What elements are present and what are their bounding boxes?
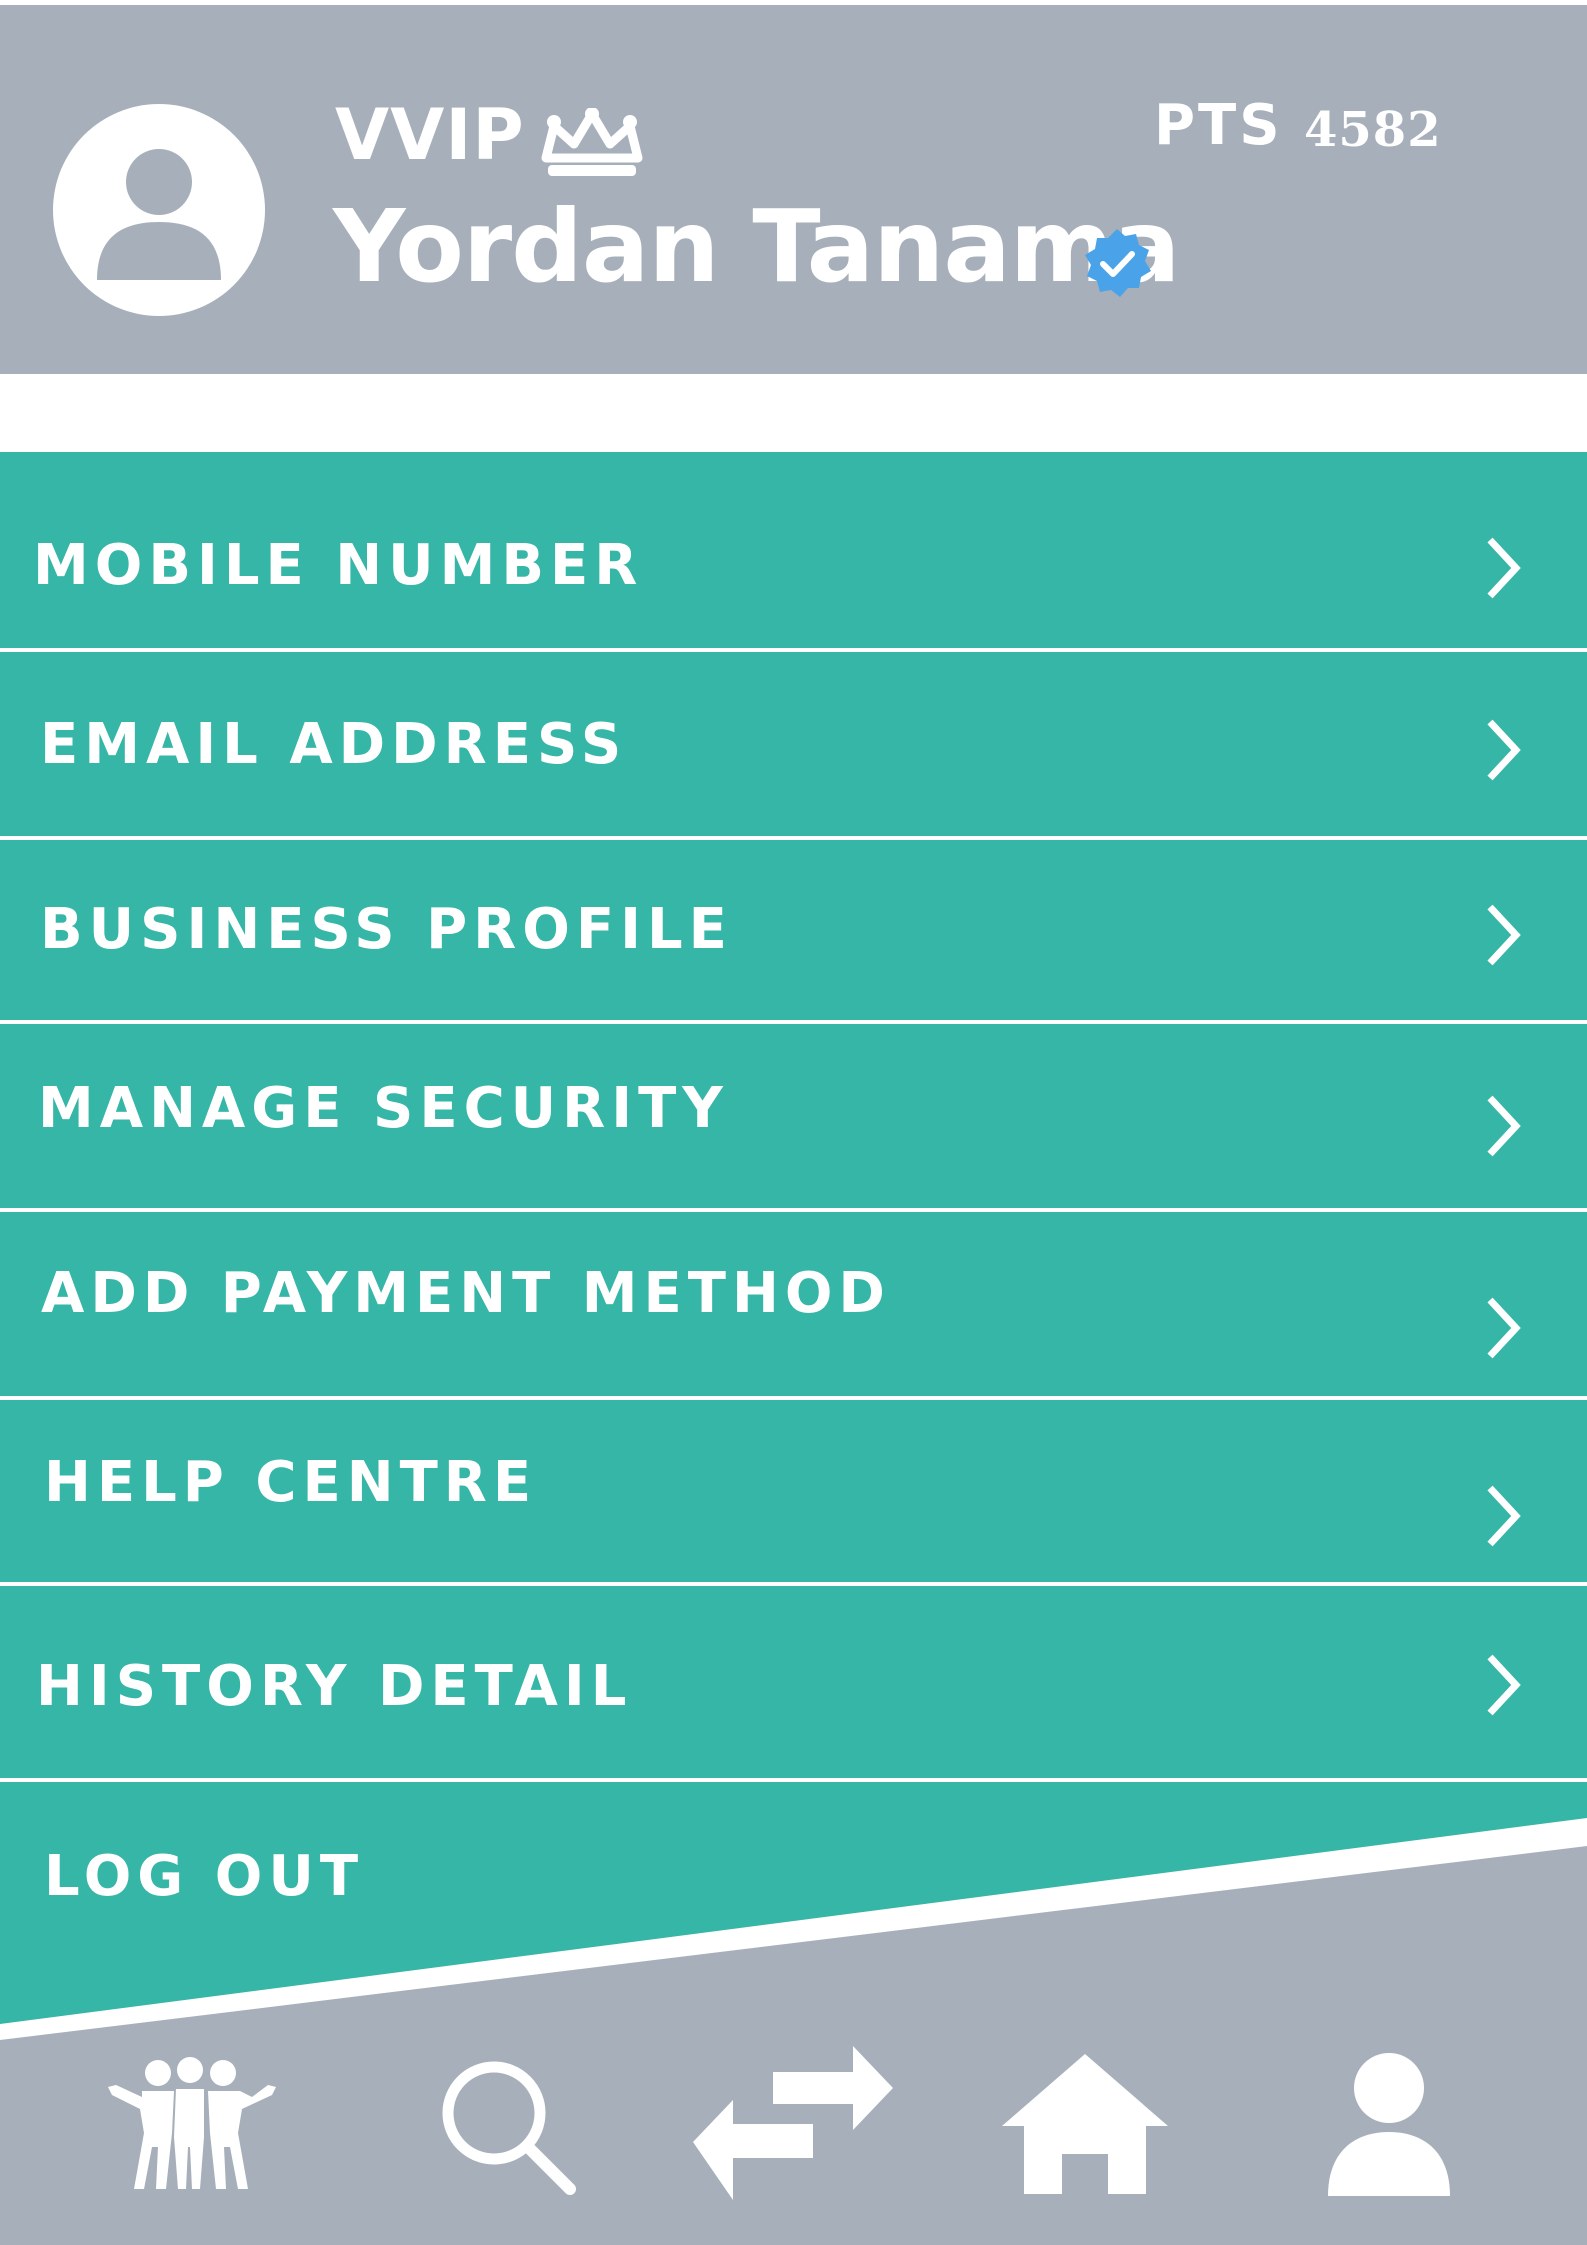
community-icon[interactable]: [102, 2055, 282, 2195]
menu-item-label: ADD PAYMENT METHOD: [41, 1261, 891, 1326]
chevron-right-icon: [1487, 1297, 1521, 1359]
menu-item-label: MOBILE NUMBER: [33, 533, 644, 598]
user-name: Yordan Tanama: [333, 188, 1180, 305]
points-value: 4582: [1304, 102, 1442, 158]
menu-item-manage-security[interactable]: MANAGE SECURITY: [0, 1024, 1587, 1208]
menu-item-business-profile[interactable]: BUSINESS PROFILE: [0, 840, 1587, 1020]
chevron-right-icon: [1487, 1485, 1521, 1547]
home-icon[interactable]: [1002, 2052, 1168, 2196]
chevron-right-icon: [1487, 1095, 1521, 1157]
crown-icon: [541, 108, 643, 176]
menu-item-add-payment-method[interactable]: ADD PAYMENT METHOD: [0, 1212, 1587, 1396]
logout-label: LOG OUT: [44, 1844, 365, 1909]
menu-item-log-out[interactable]: LOG OUT: [0, 1782, 1587, 1982]
profile-icon[interactable]: [1326, 2052, 1452, 2196]
menu-item-label: MANAGE SECURITY: [38, 1076, 729, 1141]
chevron-right-icon: [1487, 1654, 1521, 1716]
points-label: PTS: [1154, 93, 1283, 158]
chevron-right-icon: [1487, 537, 1521, 599]
chevron-right-icon: [1487, 904, 1521, 966]
avatar[interactable]: [53, 104, 265, 316]
transfer-icon[interactable]: [693, 2042, 893, 2202]
menu-item-label: EMAIL ADDRESS: [40, 712, 628, 777]
search-icon[interactable]: [438, 2057, 578, 2197]
user-avatar-icon: [97, 149, 221, 280]
menu-item-email-address[interactable]: EMAIL ADDRESS: [0, 652, 1587, 836]
menu-item-mobile-number[interactable]: MOBILE NUMBER: [0, 452, 1587, 648]
membership-tier: VVIP: [335, 94, 525, 176]
menu-item-label: HISTORY DETAIL: [36, 1654, 633, 1719]
menu-item-label: HELP CENTRE: [44, 1450, 538, 1515]
verified-badge-icon: [1085, 229, 1151, 297]
chevron-right-icon: [1487, 719, 1521, 781]
profile-header: VVIP Yordan Tanama PTS 4582: [0, 5, 1587, 374]
menu-item-history-detail[interactable]: HISTORY DETAIL: [0, 1586, 1587, 1780]
menu-item-label: BUSINESS PROFILE: [40, 897, 733, 962]
menu-item-help-centre[interactable]: HELP CENTRE: [0, 1400, 1587, 1584]
